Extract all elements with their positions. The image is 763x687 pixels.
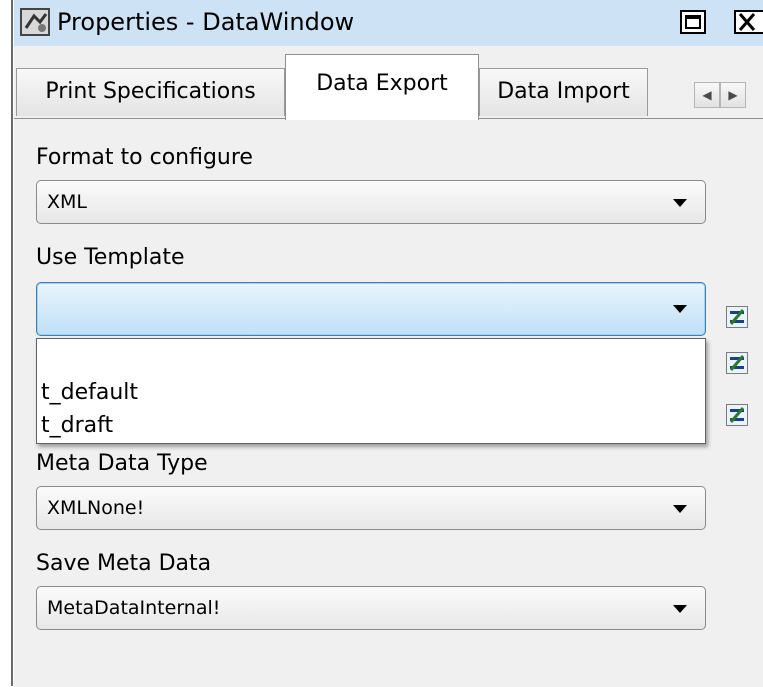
window-left-border [0,0,13,686]
template-label: Use Template [36,245,185,270]
close-button[interactable] [734,10,763,34]
tab-data-import[interactable]: Data Import [479,68,648,116]
chevron-down-icon [673,505,687,513]
dropdown-option-t-default[interactable]: t_default [41,381,138,405]
window-title: Properties - DataWindow [57,8,355,36]
tab-label: Print Specifications [45,79,256,104]
dropdown-option-empty[interactable] [41,343,701,367]
meta-data-type-label: Meta Data Type [36,451,208,476]
expression-edit-icon [729,355,745,371]
chevron-down-icon [673,305,687,313]
tab-data-export[interactable]: Data Export [285,54,479,120]
maximize-button[interactable] [680,10,706,34]
chevron-down-icon [673,605,687,613]
chevron-right-icon: ▶ [728,88,738,102]
tab-scroll-right-button[interactable]: ▶ [720,82,746,108]
template-dropdown-list: t_default t_draft [36,338,706,444]
expression-button-3[interactable] [726,404,748,426]
close-icon [738,13,756,31]
save-meta-data-select[interactable]: MetaDataInternal! [36,586,706,630]
template-expression-button[interactable] [726,306,748,328]
save-meta-data-label: Save Meta Data [36,551,212,576]
tab-scroll-left-button[interactable]: ◀ [694,82,720,108]
expression-edit-icon [729,407,745,423]
dropdown-option-t-draft[interactable]: t_draft [41,414,113,438]
template-select[interactable] [36,282,706,336]
meta-data-type-value: XMLNone! [47,497,145,519]
meta-data-type-select[interactable]: XMLNone! [36,486,706,530]
maximize-icon [685,15,701,29]
tab-label: Data Import [497,79,630,104]
chevron-left-icon: ◀ [702,88,712,102]
expression-button-2[interactable] [726,352,748,374]
save-meta-data-value: MetaDataInternal! [47,597,221,619]
format-value: XML [47,191,87,213]
tab-label: Data Export [316,71,448,96]
tab-print-specifications[interactable]: Print Specifications [16,68,285,116]
format-label: Format to configure [36,145,253,170]
format-select[interactable]: XML [36,180,706,224]
properties-window-icon [20,8,50,36]
expression-edit-icon [729,309,745,325]
chevron-down-icon [673,199,687,207]
